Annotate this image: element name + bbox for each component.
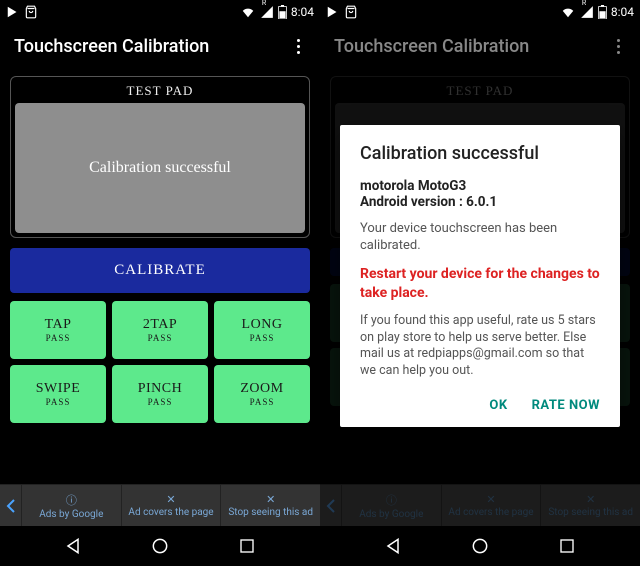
test-pad-container: TEST PAD Calibration successful: [10, 76, 310, 238]
recents-button[interactable]: [227, 526, 267, 566]
close-icon: ✕: [166, 493, 175, 506]
ok-button[interactable]: OK: [489, 398, 507, 413]
clock: 8:04: [611, 5, 634, 19]
signal-icon: R: [580, 5, 594, 19]
recents-button[interactable]: [547, 526, 587, 566]
home-button[interactable]: [460, 526, 500, 566]
close-icon: ✕: [266, 493, 275, 506]
app-title: Touchscreen Calibration: [334, 36, 611, 57]
overflow-menu-button[interactable]: [611, 33, 626, 60]
battery-icon: [278, 5, 287, 19]
battery-icon: [598, 5, 607, 19]
action-bar: Touchscreen Calibration: [0, 24, 320, 68]
nav-bar: [0, 526, 320, 566]
ad-covers-page[interactable]: ✕ Ad covers the page: [442, 485, 542, 526]
shopping-icon: [344, 5, 358, 19]
rate-now-button[interactable]: RATE NOW: [532, 398, 600, 413]
restart-notice: Restart your device for the changes to t…: [360, 265, 600, 303]
back-button[interactable]: [373, 526, 413, 566]
tile-tap[interactable]: TAP PASS: [10, 301, 106, 359]
ad-covers-page[interactable]: ✕ Ad covers the page: [122, 485, 222, 526]
wifi-icon: [240, 5, 256, 19]
tile-long[interactable]: LONG PASS: [214, 301, 310, 359]
ads-by-google[interactable]: ⓘ Ads by Google: [22, 485, 122, 526]
ad-back-button[interactable]: [320, 485, 342, 526]
tile-2tap[interactable]: 2TAP PASS: [112, 301, 208, 359]
signal-icon: R: [260, 5, 274, 19]
info-icon: ⓘ: [66, 492, 77, 508]
test-pad-label: TEST PAD: [15, 81, 305, 103]
dialog-actions: OK RATE NOW: [360, 390, 600, 419]
clock: 8:04: [291, 5, 314, 19]
content-area: TEST PAD Calibration successful CALIBRAT…: [0, 68, 320, 484]
ad-bar: ⓘ Ads by Google ✕ Ad covers the page ✕ S…: [0, 484, 320, 526]
dialog-body: Your device touchscreen has been calibra…: [360, 220, 600, 255]
shopping-icon: [24, 5, 38, 19]
back-button[interactable]: [53, 526, 93, 566]
device-name: motorola MotoG3: [360, 178, 600, 194]
tile-pinch[interactable]: PINCH PASS: [112, 365, 208, 423]
wifi-icon: [560, 5, 576, 19]
play-store-icon: [326, 5, 340, 19]
dialog-overlay[interactable]: Calibration successful motorola MotoG3 A…: [320, 68, 640, 484]
status-bar: R 8:04: [320, 0, 640, 24]
android-version: Android version : 6.0.1: [360, 194, 600, 210]
calibration-dialog: Calibration successful motorola MotoG3 A…: [340, 125, 620, 427]
stop-seeing-ad[interactable]: ✕ Stop seeing this ad: [541, 485, 640, 526]
phone-left: R 8:04 Touchscreen Calibration TEST PAD …: [0, 0, 320, 566]
dialog-footer: If you found this app useful, rate us 5 …: [360, 313, 600, 381]
phone-right: R 8:04 Touchscreen Calibration TEST PAD: [320, 0, 640, 566]
home-button[interactable]: [140, 526, 180, 566]
app-title: Touchscreen Calibration: [14, 36, 291, 57]
dialog-title: Calibration successful: [360, 143, 600, 164]
ad-back-button[interactable]: [0, 485, 22, 526]
close-icon: ✕: [486, 493, 495, 506]
test-pad-message: Calibration successful: [89, 159, 231, 177]
action-bar: Touchscreen Calibration: [320, 24, 640, 68]
nav-bar: [320, 526, 640, 566]
tile-zoom[interactable]: ZOOM PASS: [214, 365, 310, 423]
test-pad[interactable]: Calibration successful: [15, 103, 305, 233]
status-bar: R 8:04: [0, 0, 320, 24]
stop-seeing-ad[interactable]: ✕ Stop seeing this ad: [221, 485, 320, 526]
close-icon: ✕: [586, 493, 595, 506]
gesture-grid: TAP PASS 2TAP PASS LONG PASS SWIPE PASS …: [10, 301, 310, 423]
overflow-menu-button[interactable]: [291, 33, 306, 60]
ads-by-google[interactable]: ⓘ Ads by Google: [342, 485, 442, 526]
calibrate-button[interactable]: CALIBRATE: [10, 248, 310, 293]
play-store-icon: [6, 5, 20, 19]
tile-swipe[interactable]: SWIPE PASS: [10, 365, 106, 423]
ad-bar: ⓘ Ads by Google ✕ Ad covers the page ✕ S…: [320, 484, 640, 526]
info-icon: ⓘ: [386, 492, 397, 508]
